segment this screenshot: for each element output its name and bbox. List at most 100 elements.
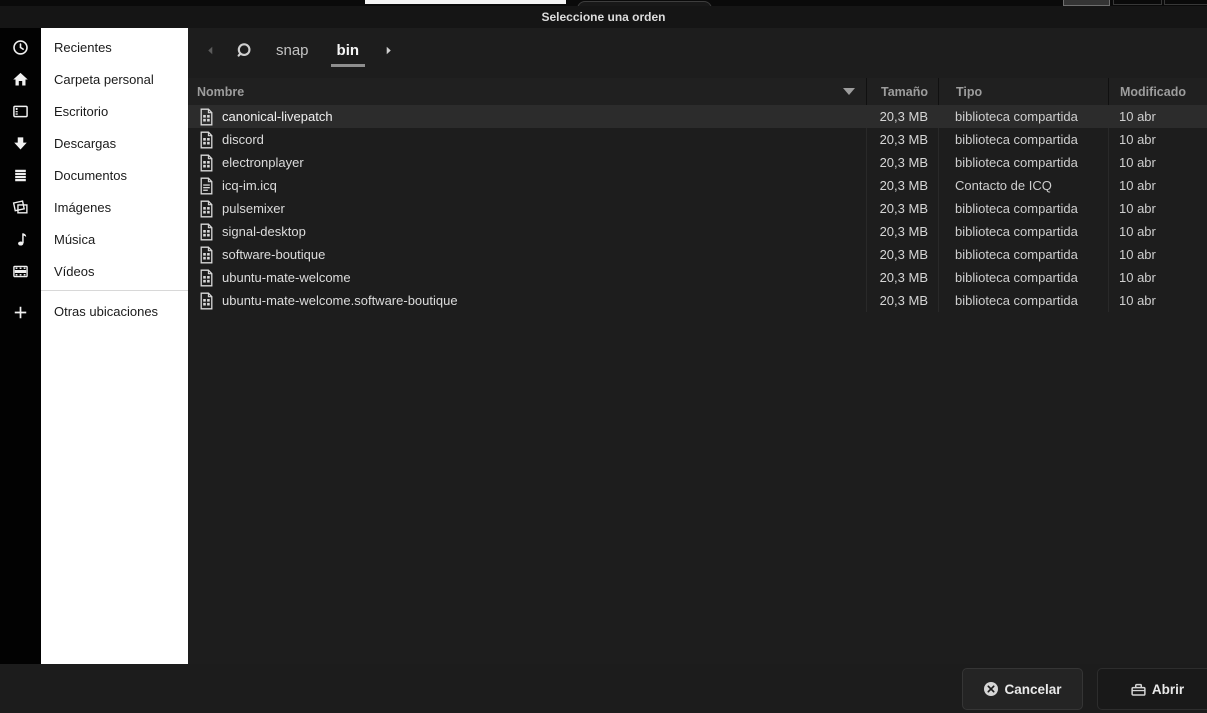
dialog-title: Seleccione una orden [541, 10, 665, 24]
column-header-modified[interactable]: Modificado [1108, 78, 1207, 105]
file-size: 20,3 MB [866, 105, 938, 128]
active-crumb-underline [331, 64, 366, 67]
cancel-button-label: Cancelar [1004, 682, 1061, 697]
sidebar-item-label: Otras ubicaciones [54, 304, 158, 319]
images-icon [0, 191, 41, 223]
file-name: icq-im.icq [222, 178, 277, 193]
sidebar-item-label: Escritorio [54, 104, 108, 119]
column-header-size[interactable]: Tamaño [866, 78, 938, 105]
breadcrumb-label: snap [276, 42, 309, 59]
sidebar-item-recientes[interactable]: Recientes [41, 31, 188, 63]
file-size: 20,3 MB [866, 128, 938, 151]
sidebar-icon-strip [0, 28, 41, 664]
file-rows: canonical-livepatch 20,3 MB biblioteca c… [188, 105, 1207, 312]
file-modified: 10 abr [1108, 174, 1207, 197]
file-list-pane: snap bin Nombre Tamaño Tipo Modif [188, 28, 1207, 664]
file-type: biblioteca compartida [938, 220, 1108, 243]
open-button[interactable]: Abrir [1097, 668, 1207, 710]
breadcrumb-bin[interactable]: bin [333, 36, 364, 65]
file-name: software-boutique [222, 247, 325, 262]
executable-file-icon [199, 292, 214, 310]
executable-file-icon [199, 131, 214, 149]
file-row[interactable]: pulsemixer 20,3 MB biblioteca compartida… [188, 197, 1207, 220]
column-header-type[interactable]: Tipo [938, 78, 1108, 105]
places-sidebar: Recientes Carpeta personal Escritorio Desca… [41, 28, 188, 664]
executable-file-icon [199, 154, 214, 172]
action-bar: Cancelar Abrir [0, 664, 1207, 713]
sidebar-item-label: Descargas [54, 136, 116, 151]
file-row[interactable]: signal-desktop 20,3 MB biblioteca compar… [188, 220, 1207, 243]
file-type: biblioteca compartida [938, 243, 1108, 266]
download-icon [0, 127, 41, 159]
file-modified: 10 abr [1108, 151, 1207, 174]
file-name: ubuntu-mate-welcome.software-boutique [222, 293, 458, 308]
video-icon [0, 255, 41, 287]
file-modified: 10 abr [1108, 243, 1207, 266]
column-label: Tamaño [881, 85, 928, 99]
sort-caret-icon [843, 88, 855, 95]
file-row[interactable]: ubuntu-mate-welcome.software-boutique 20… [188, 289, 1207, 312]
file-row[interactable]: canonical-livepatch 20,3 MB biblioteca c… [188, 105, 1207, 128]
file-row[interactable]: ubuntu-mate-welcome 20,3 MB biblioteca c… [188, 266, 1207, 289]
sidebar-separator [41, 290, 188, 291]
file-name: electronplayer [222, 155, 304, 170]
forward-button[interactable] [381, 40, 395, 60]
column-label: Modificado [1120, 85, 1186, 99]
cancel-button[interactable]: Cancelar [962, 668, 1083, 710]
executable-file-icon [199, 269, 214, 287]
file-name: ubuntu-mate-welcome [222, 270, 351, 285]
sidebar-item-imágenes[interactable]: Imágenes [41, 191, 188, 223]
sidebar-item-vídeos[interactable]: Vídeos [41, 255, 188, 287]
file-type: biblioteca compartida [938, 266, 1108, 289]
file-type: biblioteca compartida [938, 128, 1108, 151]
sidebar-item-descargas[interactable]: Descargas [41, 127, 188, 159]
file-size: 20,3 MB [866, 174, 938, 197]
file-row[interactable]: software-boutique 20,3 MB biblioteca com… [188, 243, 1207, 266]
executable-file-icon [199, 200, 214, 218]
column-header-name[interactable]: Nombre [188, 78, 866, 105]
root-location-icon [235, 42, 252, 59]
sidebar-item-label: Vídeos [54, 264, 94, 279]
root-location-button[interactable] [235, 42, 252, 59]
file-type: biblioteca compartida [938, 151, 1108, 174]
sidebar-item-documentos[interactable]: Documentos [41, 159, 188, 191]
desktop-icon [0, 95, 41, 127]
file-size: 20,3 MB [866, 266, 938, 289]
open-folder-icon [1130, 681, 1147, 698]
executable-file-icon [199, 223, 214, 241]
chevron-left-icon [204, 44, 217, 57]
file-modified: 10 abr [1108, 105, 1207, 128]
background-window-control [1113, 0, 1162, 5]
sidebar-item-música[interactable]: Música [41, 223, 188, 255]
file-name: signal-desktop [222, 224, 306, 239]
breadcrumb-snap[interactable]: snap [272, 36, 313, 65]
open-button-label: Abrir [1152, 682, 1184, 697]
file-name: pulsemixer [222, 201, 285, 216]
file-size: 20,3 MB [866, 220, 938, 243]
file-row[interactable]: discord 20,3 MB biblioteca compartida 10… [188, 128, 1207, 151]
sidebar-item-label: Carpeta personal [54, 72, 154, 87]
plus-icon [0, 296, 41, 328]
file-type: biblioteca compartida [938, 197, 1108, 220]
home-icon [0, 63, 41, 95]
sidebar-item-label: Imágenes [54, 200, 111, 215]
file-size: 20,3 MB [866, 289, 938, 312]
executable-file-icon [199, 108, 214, 126]
music-icon [0, 223, 41, 255]
sidebar-item-otras-ubicaciones[interactable]: Otras ubicaciones [41, 295, 188, 327]
file-row[interactable]: electronplayer 20,3 MB biblioteca compar… [188, 151, 1207, 174]
sidebar-item-label: Música [54, 232, 95, 247]
path-bar: snap bin [188, 28, 1207, 72]
back-button[interactable] [203, 40, 217, 60]
file-size: 20,3 MB [866, 197, 938, 220]
sidebar-item-carpeta-personal[interactable]: Carpeta personal [41, 63, 188, 95]
file-size: 20,3 MB [866, 243, 938, 266]
file-modified: 10 abr [1108, 289, 1207, 312]
file-size: 20,3 MB [866, 151, 938, 174]
sidebar-item-label: Recientes [54, 40, 112, 55]
clock-icon [0, 31, 41, 63]
sidebar-item-escritorio[interactable]: Escritorio [41, 95, 188, 127]
file-modified: 10 abr [1108, 266, 1207, 289]
cancel-circle-icon [983, 681, 999, 697]
file-row[interactable]: icq-im.icq 20,3 MB Contacto de ICQ 10 ab… [188, 174, 1207, 197]
